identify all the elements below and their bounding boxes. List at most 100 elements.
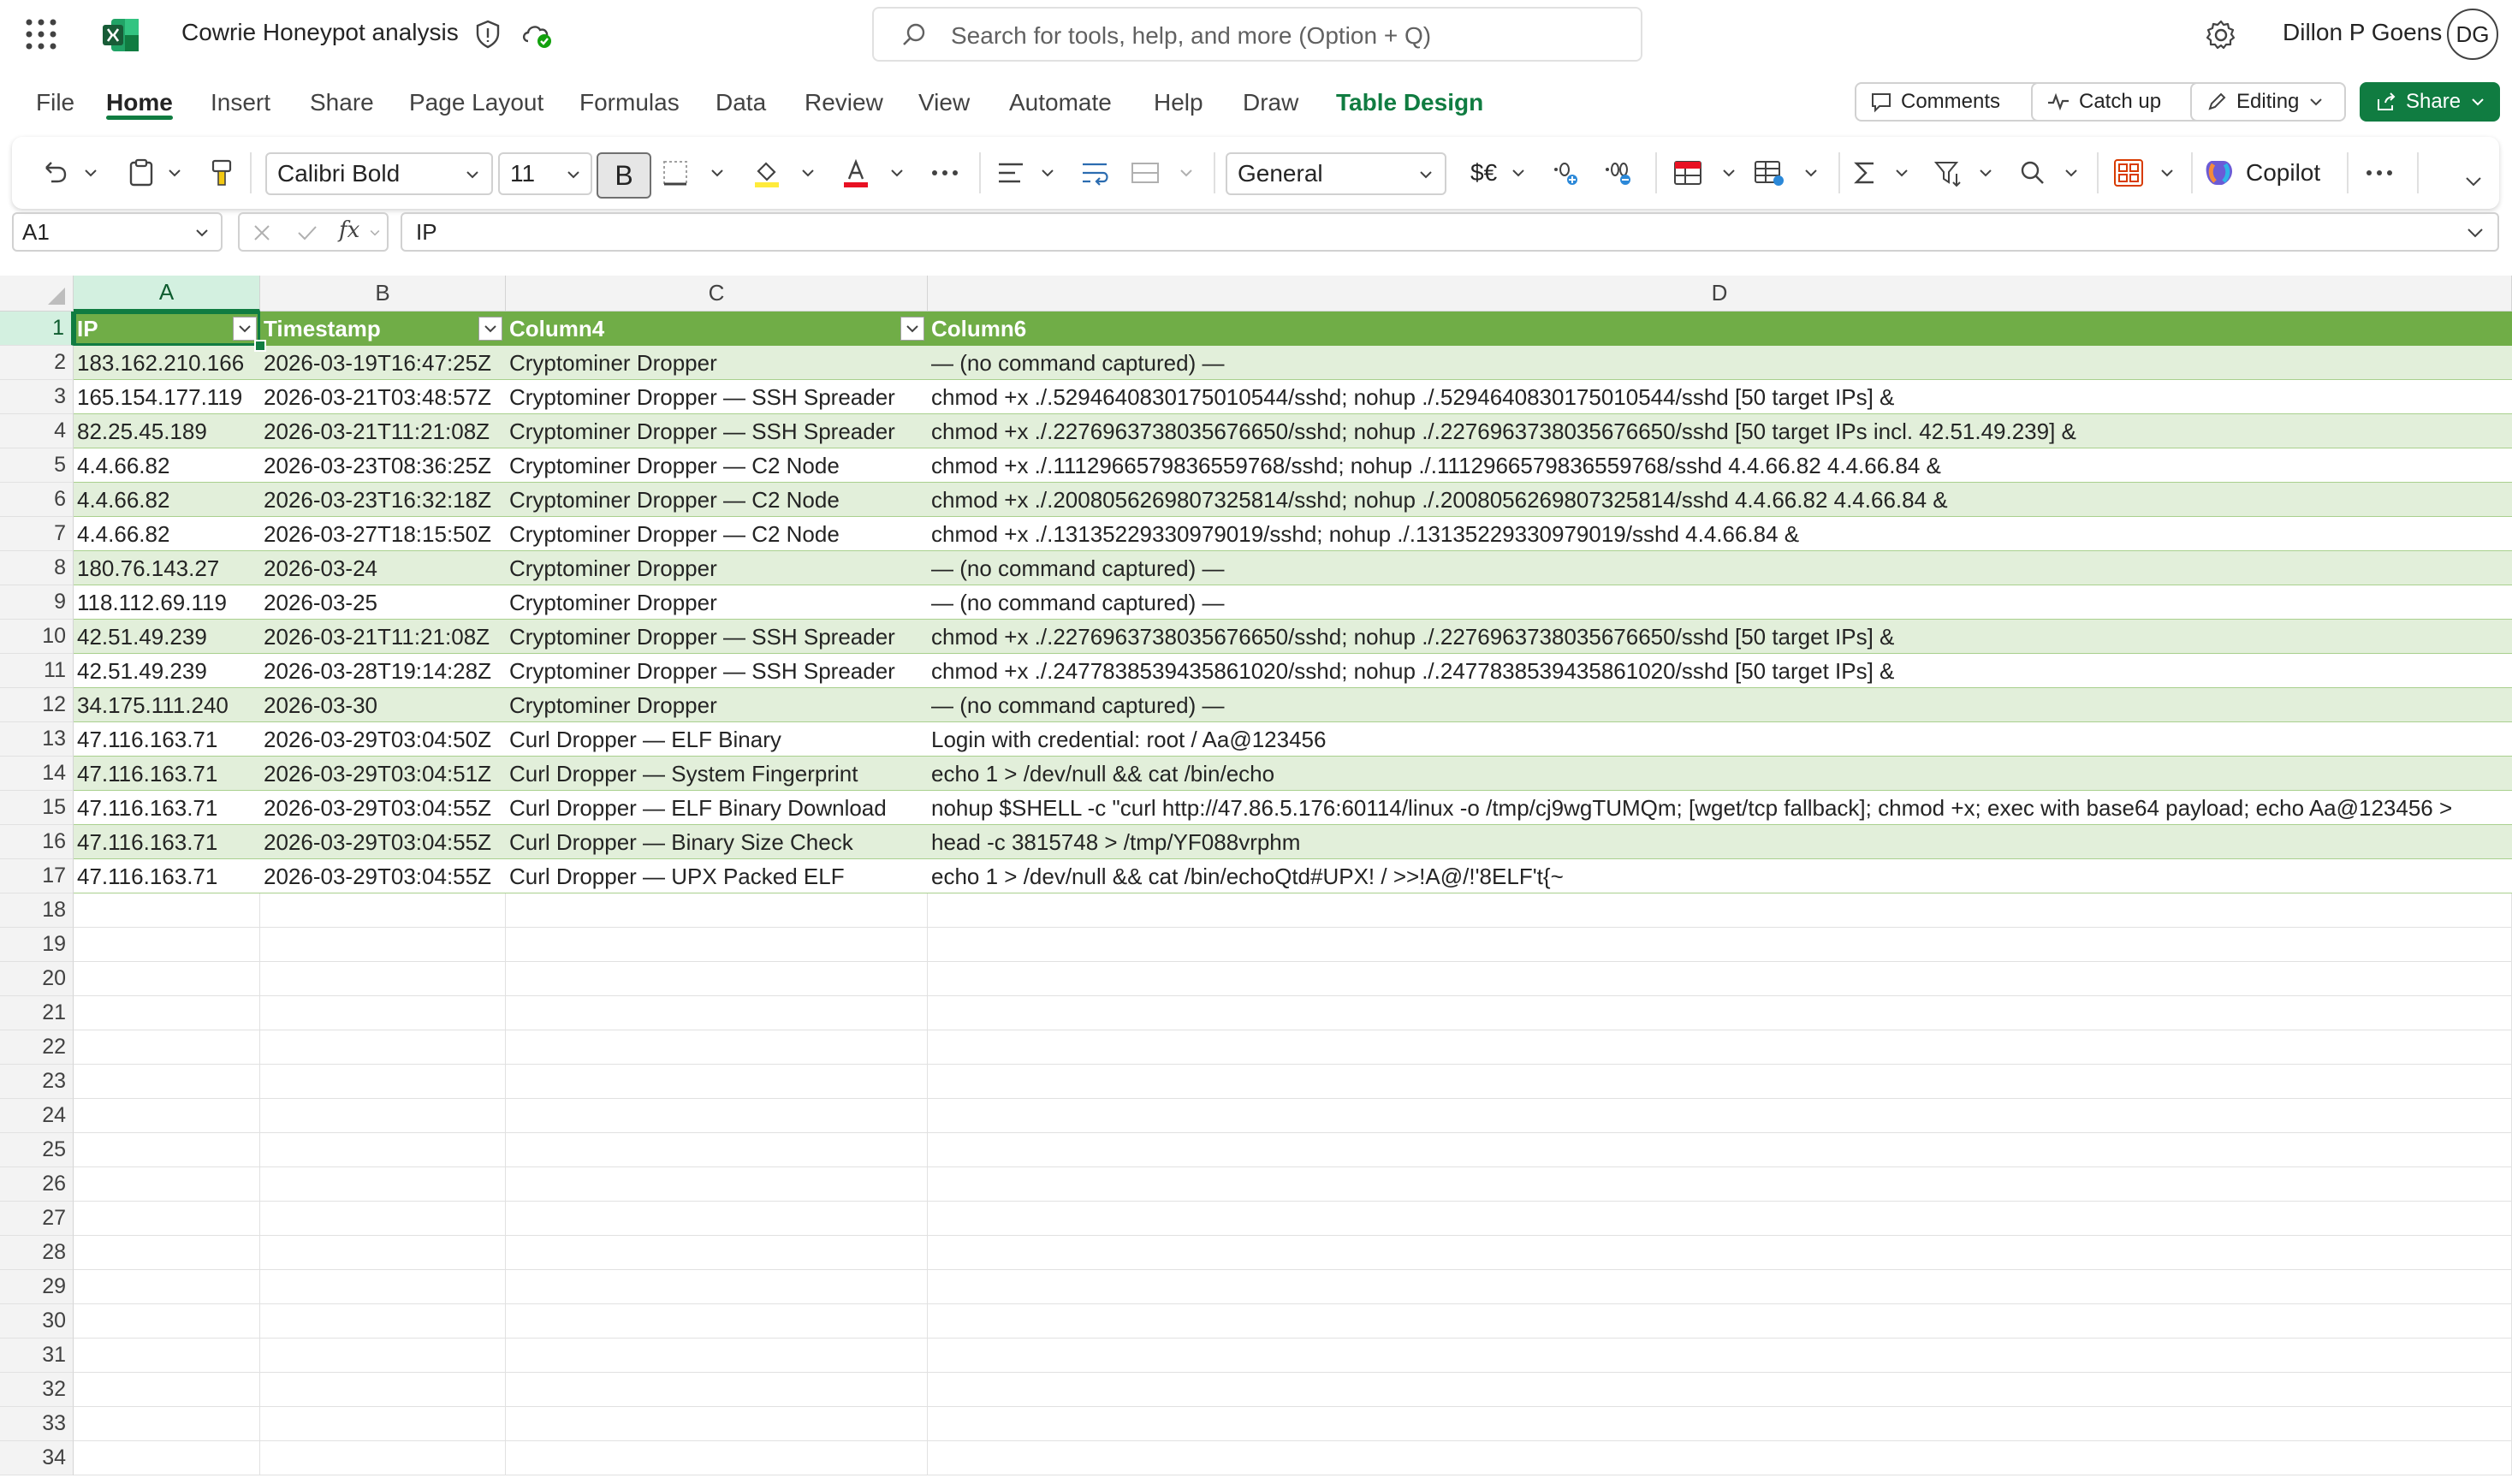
table-cell[interactable]: 2026-03-25 [260, 585, 506, 620]
row-header[interactable]: 5 [0, 448, 74, 483]
table-cell[interactable]: 2026-03-29T03:04:51Z [260, 757, 506, 791]
tab-automate[interactable]: Automate [1009, 89, 1112, 116]
table-cell[interactable] [506, 1407, 928, 1441]
table-cell[interactable] [74, 1099, 260, 1133]
decrease-decimal-button[interactable] [1602, 137, 1633, 209]
table-cell[interactable] [506, 1373, 928, 1407]
table-cell[interactable]: Cryptominer Dropper — SSH Spreader [506, 654, 928, 688]
row-header[interactable]: 26 [0, 1167, 74, 1202]
table-cell[interactable]: 2026-03-29T03:04:55Z [260, 791, 506, 825]
table-cell[interactable] [928, 1133, 2512, 1167]
table-cell[interactable] [506, 1167, 928, 1202]
row-header[interactable]: 30 [0, 1304, 74, 1339]
confirm-entry-icon[interactable] [296, 223, 318, 243]
table-cell[interactable] [928, 1407, 2512, 1441]
column-header-c[interactable]: C [506, 276, 928, 312]
table-cell[interactable] [260, 1270, 506, 1304]
merge-button[interactable] [1130, 137, 1161, 209]
row-header[interactable]: 1 [0, 312, 74, 346]
table-cell[interactable] [506, 1202, 928, 1236]
document-title[interactable]: Cowrie Honeypot analysis [181, 19, 459, 46]
table-cell[interactable] [928, 1304, 2512, 1339]
row-header[interactable]: 19 [0, 928, 74, 962]
cancel-entry-icon[interactable] [252, 223, 272, 243]
font-name-select[interactable]: Calibri Bold [265, 152, 493, 195]
user-name[interactable]: Dillon P Goens [2283, 19, 2442, 46]
table-cell[interactable]: 180.76.143.27 [74, 551, 260, 585]
cloud-saved-icon[interactable] [520, 19, 554, 50]
filter-dropdown-icon[interactable] [478, 317, 502, 341]
table-cell[interactable]: 2026-03-29T03:04:50Z [260, 722, 506, 757]
currency-dropdown[interactable] [1510, 137, 1527, 209]
table-cell[interactable] [928, 996, 2512, 1030]
tab-help[interactable]: Help [1154, 89, 1203, 116]
table-cell[interactable] [506, 893, 928, 928]
format-as-table-dropdown[interactable] [1802, 137, 1820, 209]
undo-dropdown[interactable] [82, 137, 99, 209]
filter-dropdown-icon[interactable] [233, 317, 257, 341]
format-as-table-button[interactable] [1753, 137, 1785, 209]
table-cell[interactable]: chmod +x ./.2276963738035676650/sshd; no… [928, 620, 2512, 654]
table-cell[interactable]: Cryptominer Dropper — C2 Node [506, 483, 928, 517]
find-dropdown[interactable] [2063, 137, 2080, 209]
tab-home[interactable]: Home [106, 89, 173, 116]
row-header[interactable]: 21 [0, 996, 74, 1030]
row-header[interactable]: 32 [0, 1373, 74, 1407]
table-cell[interactable]: 2026-03-30 [260, 688, 506, 722]
find-button[interactable] [2018, 137, 2047, 209]
table-cell[interactable]: Cryptominer Dropper — SSH Spreader [506, 414, 928, 448]
column-header-d[interactable]: D [928, 276, 2512, 312]
table-cell[interactable]: Login with credential: root / Aa@123456 [928, 722, 2512, 757]
table-cell[interactable] [74, 996, 260, 1030]
row-header[interactable]: 14 [0, 757, 74, 791]
table-cell[interactable]: 2026-03-23T16:32:18Z [260, 483, 506, 517]
name-box[interactable]: A1 [12, 212, 223, 252]
more-options-button[interactable] [2364, 137, 2395, 209]
row-header[interactable]: 3 [0, 380, 74, 414]
table-cell[interactable]: — (no command captured) — [928, 688, 2512, 722]
app-launcher-icon[interactable] [24, 17, 58, 51]
table-cell[interactable] [506, 1236, 928, 1270]
table-cell[interactable]: Cryptominer Dropper [506, 346, 928, 380]
row-header[interactable]: 24 [0, 1099, 74, 1133]
table-cell[interactable]: — (no command captured) — [928, 346, 2512, 380]
table-cell[interactable] [928, 1373, 2512, 1407]
table-cell[interactable]: — (no command captured) — [928, 551, 2512, 585]
excel-logo-icon[interactable] [101, 15, 140, 55]
table-cell[interactable] [506, 1099, 928, 1133]
row-header[interactable]: 33 [0, 1407, 74, 1441]
expand-ribbon-button[interactable] [2463, 145, 2484, 217]
align-dropdown[interactable] [1039, 137, 1056, 209]
table-cell[interactable]: Curl Dropper — ELF Binary Download [506, 791, 928, 825]
row-header[interactable]: 4 [0, 414, 74, 448]
font-color-button[interactable] [840, 137, 871, 209]
fill-handle[interactable] [254, 340, 266, 352]
table-cell[interactable]: Curl Dropper — ELF Binary [506, 722, 928, 757]
table-cell[interactable]: 2026-03-28T19:14:28Z [260, 654, 506, 688]
table-cell[interactable]: Cryptominer Dropper — SSH Spreader [506, 620, 928, 654]
conditional-formatting-button[interactable] [1672, 137, 1703, 209]
row-header[interactable]: 23 [0, 1065, 74, 1099]
header-cell[interactable]: Column4 [506, 312, 928, 346]
table-cell[interactable]: 183.162.210.166 [74, 346, 260, 380]
table-cell[interactable] [506, 1441, 928, 1475]
table-cell[interactable]: chmod +x ./.2008056269807325814/sshd; no… [928, 483, 2512, 517]
paste-dropdown[interactable] [166, 137, 183, 209]
table-cell[interactable]: 2026-03-27T18:15:50Z [260, 517, 506, 551]
table-cell[interactable] [260, 1167, 506, 1202]
add-ins-dropdown[interactable] [2159, 137, 2176, 209]
table-cell[interactable] [260, 1099, 506, 1133]
table-cell[interactable] [506, 1030, 928, 1065]
table-cell[interactable] [74, 1304, 260, 1339]
merge-dropdown[interactable] [1178, 137, 1195, 209]
table-cell[interactable]: 2026-03-24 [260, 551, 506, 585]
row-header[interactable]: 17 [0, 859, 74, 893]
row-header[interactable]: 7 [0, 517, 74, 551]
table-cell[interactable]: Cryptominer Dropper [506, 688, 928, 722]
table-cell[interactable] [260, 928, 506, 962]
shield-icon[interactable] [473, 19, 502, 50]
table-cell[interactable] [506, 1339, 928, 1373]
table-cell[interactable] [74, 1270, 260, 1304]
table-cell[interactable]: 2026-03-21T03:48:57Z [260, 380, 506, 414]
row-header[interactable]: 18 [0, 893, 74, 928]
